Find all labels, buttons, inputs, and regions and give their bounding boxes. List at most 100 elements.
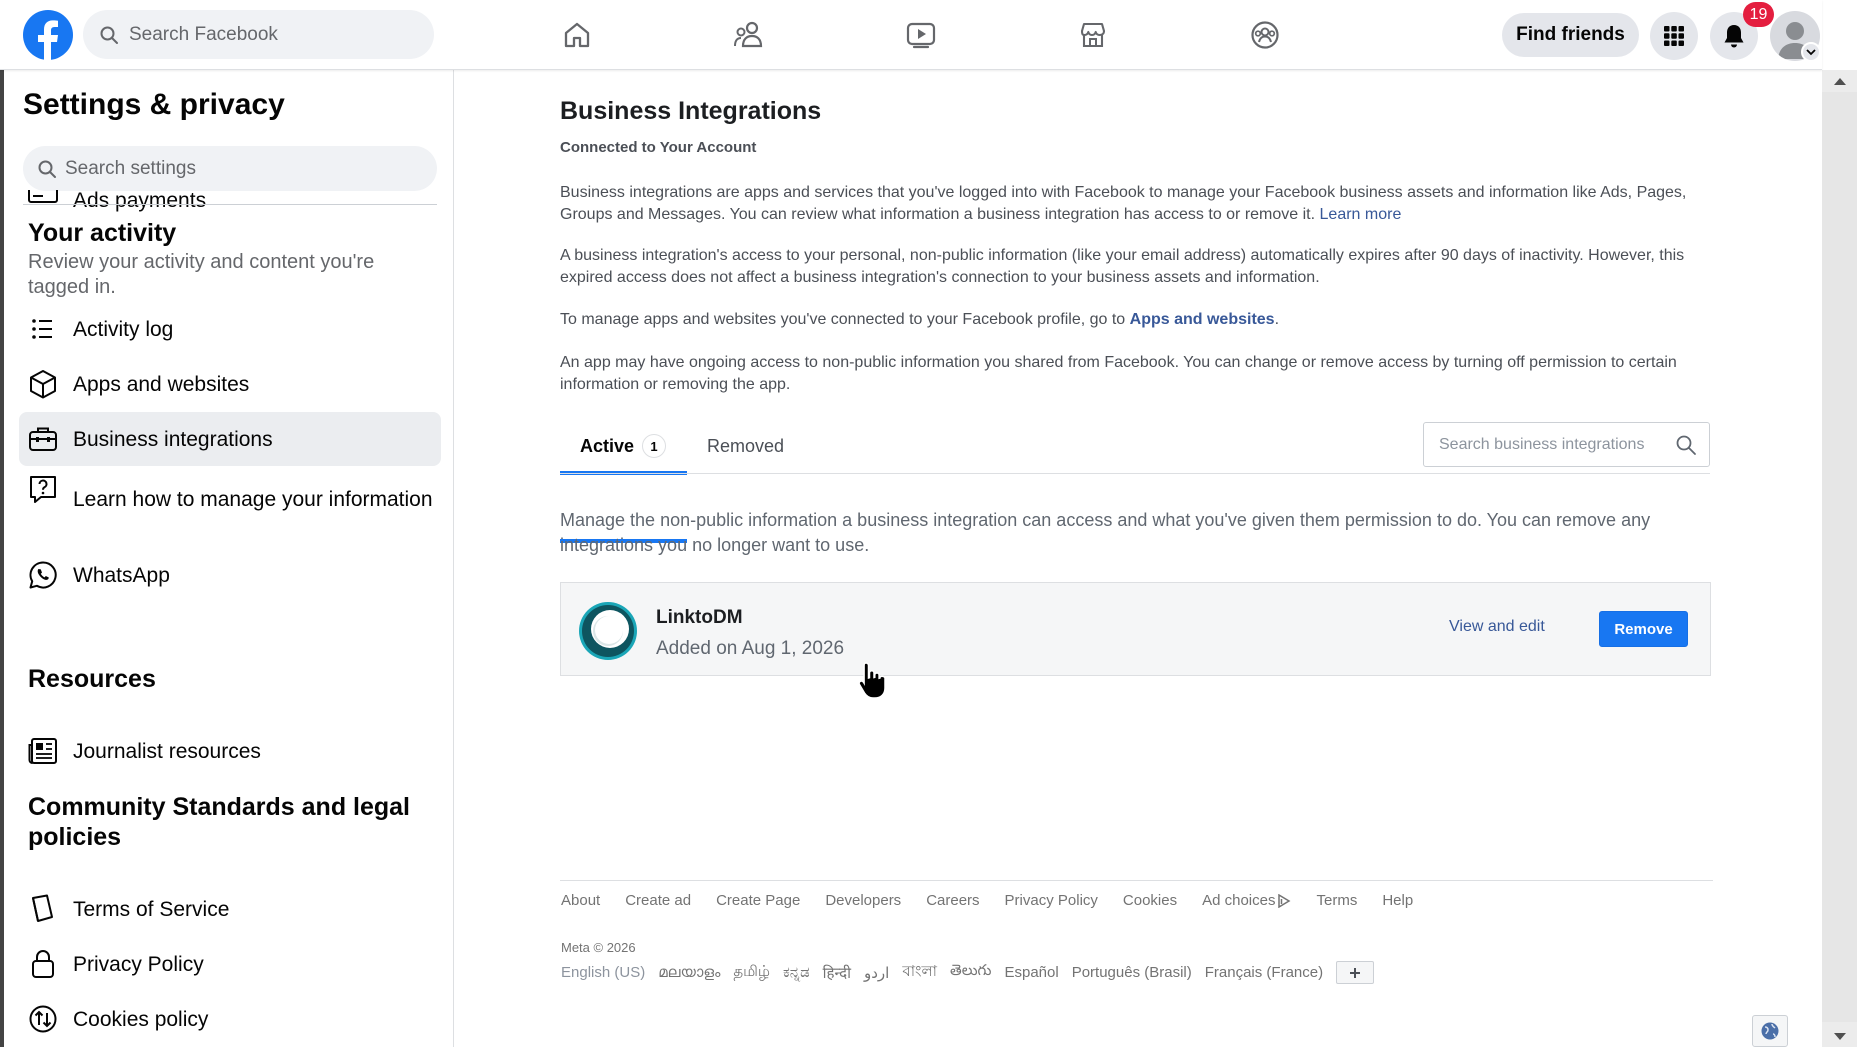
- business-integrations-panel: Business Integrations Connected to Your …: [455, 70, 1822, 1047]
- integration-row-linktodm: LinktoDM Added on Aug 1, 2026 View and e…: [560, 582, 1711, 676]
- friends-icon: [734, 21, 763, 48]
- search-icon: [38, 160, 56, 178]
- cube-icon: [27, 368, 59, 400]
- language-option[interactable]: Español: [1004, 964, 1058, 981]
- footer-link-careers[interactable]: Careers: [926, 892, 979, 910]
- active-count-badge: 1: [642, 434, 667, 458]
- nav-home[interactable]: [553, 12, 601, 58]
- sidebar-item-whatsapp[interactable]: WhatsApp: [19, 548, 441, 602]
- manage-apps-paragraph: To manage apps and websites you've conne…: [560, 309, 1710, 331]
- ongoing-access-paragraph: An app may have ongoing access to non-pu…: [560, 354, 1677, 393]
- copyright: Meta © 2026: [561, 940, 636, 955]
- sidebar-item-label: Activity log: [73, 317, 174, 341]
- language-option[interactable]: हिन्दी: [823, 963, 851, 983]
- language-option[interactable]: മലയാളം: [658, 964, 720, 981]
- sidebar-item-cookies-policy[interactable]: Cookies policy: [19, 992, 441, 1046]
- bell-icon: [1724, 25, 1744, 48]
- search-icon: [1676, 435, 1696, 455]
- sidebar-item-label: Privacy Policy: [73, 952, 204, 976]
- your-activity-heading: Your activity: [28, 219, 177, 247]
- sidebar-item-activity-log[interactable]: Activity log: [19, 302, 441, 356]
- page-title: Business Integrations: [560, 97, 822, 125]
- sidebar-item-terms-of-service[interactable]: Terms of Service: [19, 882, 441, 936]
- remove-button[interactable]: Remove: [1599, 611, 1688, 647]
- footer-link-privacy-policy[interactable]: Privacy Policy: [1005, 892, 1098, 910]
- facebook-search-bar[interactable]: Search Facebook: [83, 10, 434, 59]
- learn-more-link[interactable]: Learn more: [1320, 206, 1402, 223]
- footer-link-create-page[interactable]: Create Page: [716, 892, 800, 910]
- period: .: [1274, 311, 1280, 328]
- account-menu-caret[interactable]: [1801, 42, 1821, 62]
- sidebar-item-label: Apps and websites: [73, 372, 250, 396]
- chevron-down-icon: [1806, 49, 1816, 56]
- settings-search-bar[interactable]: Search settings: [23, 146, 437, 191]
- scroll-up-arrow[interactable]: [1822, 70, 1857, 92]
- resources-heading: Resources: [28, 665, 156, 693]
- whatsapp-icon: [27, 559, 59, 591]
- footer-link-about[interactable]: About: [561, 892, 600, 910]
- footer-link-help[interactable]: Help: [1382, 892, 1413, 910]
- watch-icon: [906, 22, 936, 49]
- language-option[interactable]: اردو: [864, 964, 889, 982]
- cookie-arrows-icon: [27, 1003, 59, 1035]
- search-placeholder: Search Facebook: [129, 23, 278, 45]
- sidebar-item-privacy-policy[interactable]: Privacy Policy: [19, 937, 441, 991]
- apps-and-websites-link[interactable]: Apps and websites: [1130, 311, 1275, 328]
- nav-groups[interactable]: [1241, 12, 1289, 58]
- nav-friends[interactable]: [725, 12, 773, 58]
- find-friends-button[interactable]: Find friends: [1502, 13, 1639, 57]
- sidebar-item-business-integrations[interactable]: Business integrations: [19, 412, 441, 466]
- business-search-input[interactable]: [1439, 435, 1669, 454]
- business-integrations-search[interactable]: [1423, 422, 1710, 467]
- sidebar-item-label: Terms of Service: [73, 897, 230, 921]
- scroll-down-arrow[interactable]: [1822, 1025, 1857, 1047]
- language-option[interactable]: தமிழ்: [733, 963, 770, 982]
- footer-link-create-ad[interactable]: Create ad: [625, 892, 691, 910]
- top-navigation-bar: Search Facebook Find friends 19: [0, 0, 1822, 70]
- language-option[interactable]: ಕನ್ನಡ: [783, 964, 810, 981]
- sidebar-item-journalist-resources[interactable]: Journalist resources: [19, 724, 441, 778]
- current-language: English (US): [561, 964, 646, 981]
- footer-link-developers[interactable]: Developers: [825, 892, 901, 910]
- nav-marketplace[interactable]: [1069, 12, 1117, 58]
- footer-link-terms[interactable]: Terms: [1316, 892, 1357, 910]
- language-option[interactable]: Français (France): [1205, 964, 1323, 981]
- community-standards-heading: Community Standards and legal policies: [28, 793, 411, 851]
- tab-active-label-group[interactable]: Active 1: [580, 434, 667, 458]
- language-globe-button[interactable]: [1752, 1015, 1788, 1047]
- more-languages-button[interactable]: [1336, 961, 1375, 984]
- tab-active-label: Active: [580, 435, 635, 456]
- sidebar-item-label: Business integrations: [73, 427, 273, 451]
- hand-cursor-icon: [858, 662, 886, 699]
- sidebar-item-learn-manage-info[interactable]: Learn how to manage your information: [19, 467, 441, 531]
- expiry-paragraph: A business integration's access to your …: [560, 247, 1685, 286]
- briefcase-icon: [27, 423, 59, 455]
- language-option[interactable]: తెలుగు: [950, 962, 991, 983]
- footer-link-cookies[interactable]: Cookies: [1123, 892, 1177, 910]
- groups-icon: [1251, 21, 1279, 49]
- list-icon: [27, 313, 59, 345]
- notification-count-badge: 19: [1743, 2, 1774, 27]
- view-and-edit-link[interactable]: View and edit: [1449, 618, 1545, 636]
- menu-button[interactable]: [1650, 12, 1698, 60]
- your-activity-subtitle: Review your activity and content you're …: [28, 251, 375, 298]
- scrollbar-thumb[interactable]: [1822, 92, 1857, 1022]
- language-option[interactable]: বাংলা: [902, 960, 937, 985]
- marketplace-icon: [1080, 22, 1106, 48]
- sidebar-item-label: Journalist resources: [73, 739, 261, 763]
- plus-icon: [1350, 967, 1361, 978]
- footer-links: About Create ad Create Page Developers C…: [561, 892, 1438, 910]
- help-chat-icon: [27, 473, 59, 505]
- facebook-logo-icon[interactable]: [22, 9, 74, 61]
- card-icon: [27, 190, 59, 204]
- tab-removed[interactable]: Removed: [707, 436, 784, 457]
- language-option[interactable]: Português (Brasil): [1072, 964, 1192, 981]
- footer-link-ad-choices[interactable]: Ad choices: [1202, 892, 1291, 910]
- intro-paragraph: Business integrations are apps and servi…: [560, 182, 1710, 226]
- intro-text: Business integrations are apps and servi…: [560, 184, 1687, 223]
- sidebar-item-apps-and-websites[interactable]: Apps and websites: [19, 357, 441, 411]
- triangle-down-icon: [1833, 1032, 1846, 1040]
- nav-watch[interactable]: [897, 12, 945, 58]
- triangle-up-icon: [1833, 77, 1846, 85]
- integration-name: LinktoDM: [656, 607, 743, 628]
